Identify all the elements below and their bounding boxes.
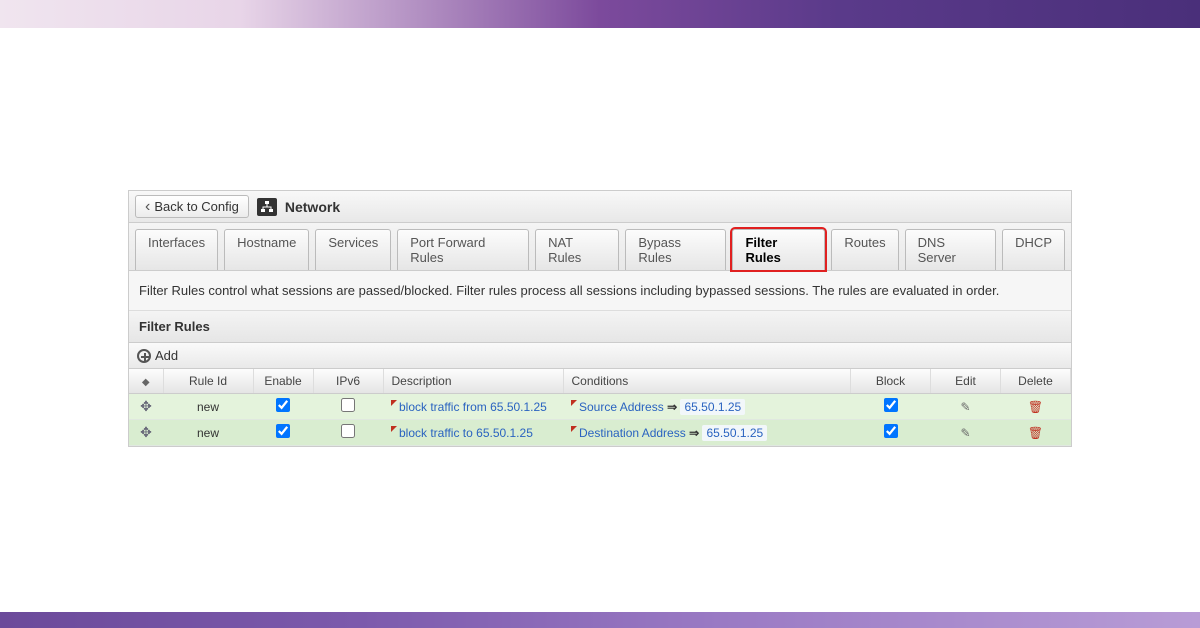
tab-interfaces[interactable]: Interfaces bbox=[135, 229, 218, 270]
sort-icon: ◆ bbox=[142, 377, 150, 388]
tab-nat-rules[interactable]: NAT Rules bbox=[535, 229, 619, 270]
page-title: Network bbox=[285, 199, 340, 215]
cell-description[interactable]: block traffic to 65.50.1.25 bbox=[399, 426, 533, 440]
decorative-top-band bbox=[0, 0, 1200, 28]
block-checkbox[interactable] bbox=[884, 398, 898, 412]
col-ipv6[interactable]: IPv6 bbox=[313, 369, 383, 394]
tab-hostname[interactable]: Hostname bbox=[224, 229, 309, 270]
tab-bar: InterfacesHostnameServicesPort Forward R… bbox=[129, 223, 1071, 271]
decorative-bottom-band bbox=[0, 612, 1200, 628]
enable-checkbox[interactable] bbox=[276, 398, 290, 412]
back-label: Back to Config bbox=[154, 199, 239, 214]
edit-icon[interactable]: ✎ bbox=[960, 426, 970, 440]
add-button[interactable]: Add bbox=[129, 343, 1071, 369]
tab-port-forward-rules[interactable]: Port Forward Rules bbox=[397, 229, 529, 270]
back-to-config-button[interactable]: Back to Config bbox=[135, 195, 249, 218]
col-block[interactable]: Block bbox=[851, 369, 931, 394]
arrow-left-icon bbox=[145, 199, 150, 214]
dirty-marker-icon bbox=[391, 400, 397, 406]
ipv6-checkbox[interactable] bbox=[341, 398, 355, 412]
arrow-right-icon: ⇒ bbox=[689, 426, 699, 440]
dirty-marker-icon bbox=[391, 426, 397, 432]
condition-label[interactable]: Destination Address bbox=[579, 426, 686, 440]
network-config-panel: Back to Config Network InterfacesHostnam… bbox=[128, 190, 1072, 447]
edit-icon[interactable]: ✎ bbox=[960, 400, 970, 414]
tab-services[interactable]: Services bbox=[315, 229, 391, 270]
col-sort[interactable]: ◆ bbox=[129, 369, 163, 394]
cell-rule-id: new bbox=[163, 420, 253, 446]
col-edit[interactable]: Edit bbox=[931, 369, 1001, 394]
dirty-marker-icon bbox=[571, 426, 577, 432]
section-title: Filter Rules bbox=[129, 311, 1071, 343]
dirty-marker-icon bbox=[571, 400, 577, 406]
tab-description: Filter Rules control what sessions are p… bbox=[129, 271, 1071, 311]
table-row: ✥ new block traffic from 65.50.1.25 Source … bbox=[129, 394, 1071, 420]
arrow-right-icon: ⇒ bbox=[667, 400, 677, 414]
drag-handle-icon[interactable]: ✥ bbox=[140, 424, 152, 440]
col-delete[interactable]: Delete bbox=[1001, 369, 1071, 394]
condition-value[interactable]: 65.50.1.25 bbox=[680, 399, 745, 415]
table-header-row: ◆ Rule Id Enable IPv6 Description Condit… bbox=[129, 369, 1071, 394]
delete-icon[interactable]: 🗑 bbox=[1028, 400, 1043, 414]
ipv6-checkbox[interactable] bbox=[341, 424, 355, 438]
col-enable[interactable]: Enable bbox=[253, 369, 313, 394]
tab-filter-rules[interactable]: Filter Rules bbox=[732, 229, 825, 270]
condition-value[interactable]: 65.50.1.25 bbox=[702, 425, 767, 441]
network-icon bbox=[257, 198, 277, 216]
drag-handle-icon[interactable]: ✥ bbox=[140, 398, 152, 414]
tab-dhcp[interactable]: DHCP bbox=[1002, 229, 1065, 270]
condition-label[interactable]: Source Address bbox=[579, 400, 664, 414]
block-checkbox[interactable] bbox=[884, 424, 898, 438]
col-rule-id[interactable]: Rule Id bbox=[163, 369, 253, 394]
col-description[interactable]: Description bbox=[383, 369, 563, 394]
rules-table: ◆ Rule Id Enable IPv6 Description Condit… bbox=[129, 369, 1071, 446]
tab-routes[interactable]: Routes bbox=[831, 229, 898, 270]
table-row: ✥ new block traffic to 65.50.1.25 Destinati… bbox=[129, 420, 1071, 446]
cell-description[interactable]: block traffic from 65.50.1.25 bbox=[399, 400, 547, 414]
col-conditions[interactable]: Conditions bbox=[563, 369, 851, 394]
tab-bypass-rules[interactable]: Bypass Rules bbox=[625, 229, 726, 270]
cell-rule-id: new bbox=[163, 394, 253, 420]
add-label: Add bbox=[155, 348, 178, 363]
tab-dns-server[interactable]: DNS Server bbox=[905, 229, 997, 270]
toolbar: Back to Config Network bbox=[129, 191, 1071, 223]
delete-icon[interactable]: 🗑 bbox=[1028, 426, 1043, 440]
enable-checkbox[interactable] bbox=[276, 424, 290, 438]
plus-circle-icon bbox=[137, 349, 151, 363]
